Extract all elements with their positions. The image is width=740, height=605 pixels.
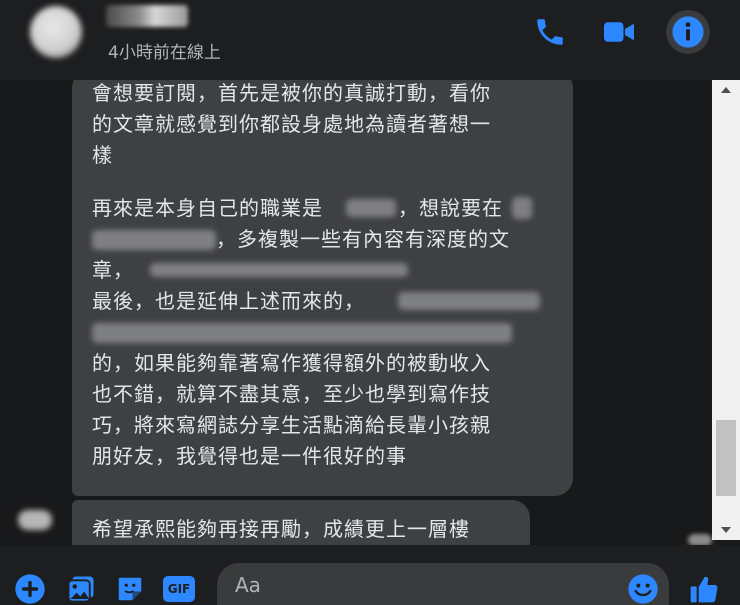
emoji-icon[interactable] [627,573,659,605]
message-paragraph-1: 會想要訂閱，首先是被你的真誠打動，看你 的文章就感覺到你都設身處地為讀者著想一 … [92,81,491,167]
message-line: 章， [92,255,562,286]
chat-header: 4小時前在線上 [0,0,740,80]
scroll-up-arrow-icon[interactable] [712,80,740,100]
redacted-text [512,197,532,219]
redacted-text [346,199,396,217]
gif-label: GIF [163,576,195,602]
message-text: ，多複製一些有內容有深度的文 [216,227,510,251]
plus-icon[interactable] [14,573,46,605]
scrollbar-thumb[interactable] [716,420,736,496]
sender-avatar[interactable] [18,510,52,530]
redacted-text [150,263,408,277]
message-line: 最後，也是延伸上述而來的， [92,286,562,317]
message-bubble[interactable]: 希望承熙能夠再接再勵，成績更上一層樓 [72,500,530,545]
contact-status: 4小時前在線上 [108,43,221,63]
message-line [92,317,562,348]
gif-icon[interactable]: GIF [162,573,196,605]
scrollbar[interactable] [712,80,740,540]
message-line: 再來是本身自己的職業是 ，想說要在 [92,193,562,224]
contact-avatar[interactable] [30,6,82,58]
sticker-icon[interactable] [114,573,146,605]
scroll-down-arrow-icon[interactable] [712,520,740,540]
redacted-text [92,323,512,343]
redacted-text [92,230,216,250]
message-bubble[interactable]: 會想要訂閱，首先是被你的真誠打動，看你 的文章就感覺到你都設身處地為讀者著想一 … [72,80,573,496]
redacted-text [398,292,540,310]
like-icon[interactable] [688,573,720,605]
message-text: 最後，也是延伸上述而來的， [92,289,365,313]
message-input[interactable] [217,563,669,605]
read-receipt-avatar [688,534,712,545]
info-icon[interactable] [666,10,710,54]
image-icon[interactable] [65,573,97,605]
video-camera-icon[interactable] [601,14,637,50]
contact-name-redacted[interactable] [106,5,188,27]
message-text: ，想說要在 [398,196,503,220]
message-list[interactable]: 會想要訂閱，首先是被你的真誠打動，看你 的文章就感覺到你都設身處地為讀者著想一 … [0,80,740,545]
phone-icon[interactable] [532,14,568,50]
message-composer: GIF [0,545,740,605]
messenger-window: 4小時前在線上 會想要訂閱，首先是被你的真誠打動，看你 的文章就感覺到你都設身處… [0,0,740,605]
message-paragraph-3: 的，如果能夠靠著寫作獲得額外的被動收入 也不錯，就算不盡其意，至少也學到寫作技 … [92,351,491,468]
message-text: 章， [92,258,134,282]
message-line: ，多複製一些有內容有深度的文 [92,224,562,255]
message-text: 希望承熙能夠再接再勵，成績更上一層樓 [92,517,470,541]
